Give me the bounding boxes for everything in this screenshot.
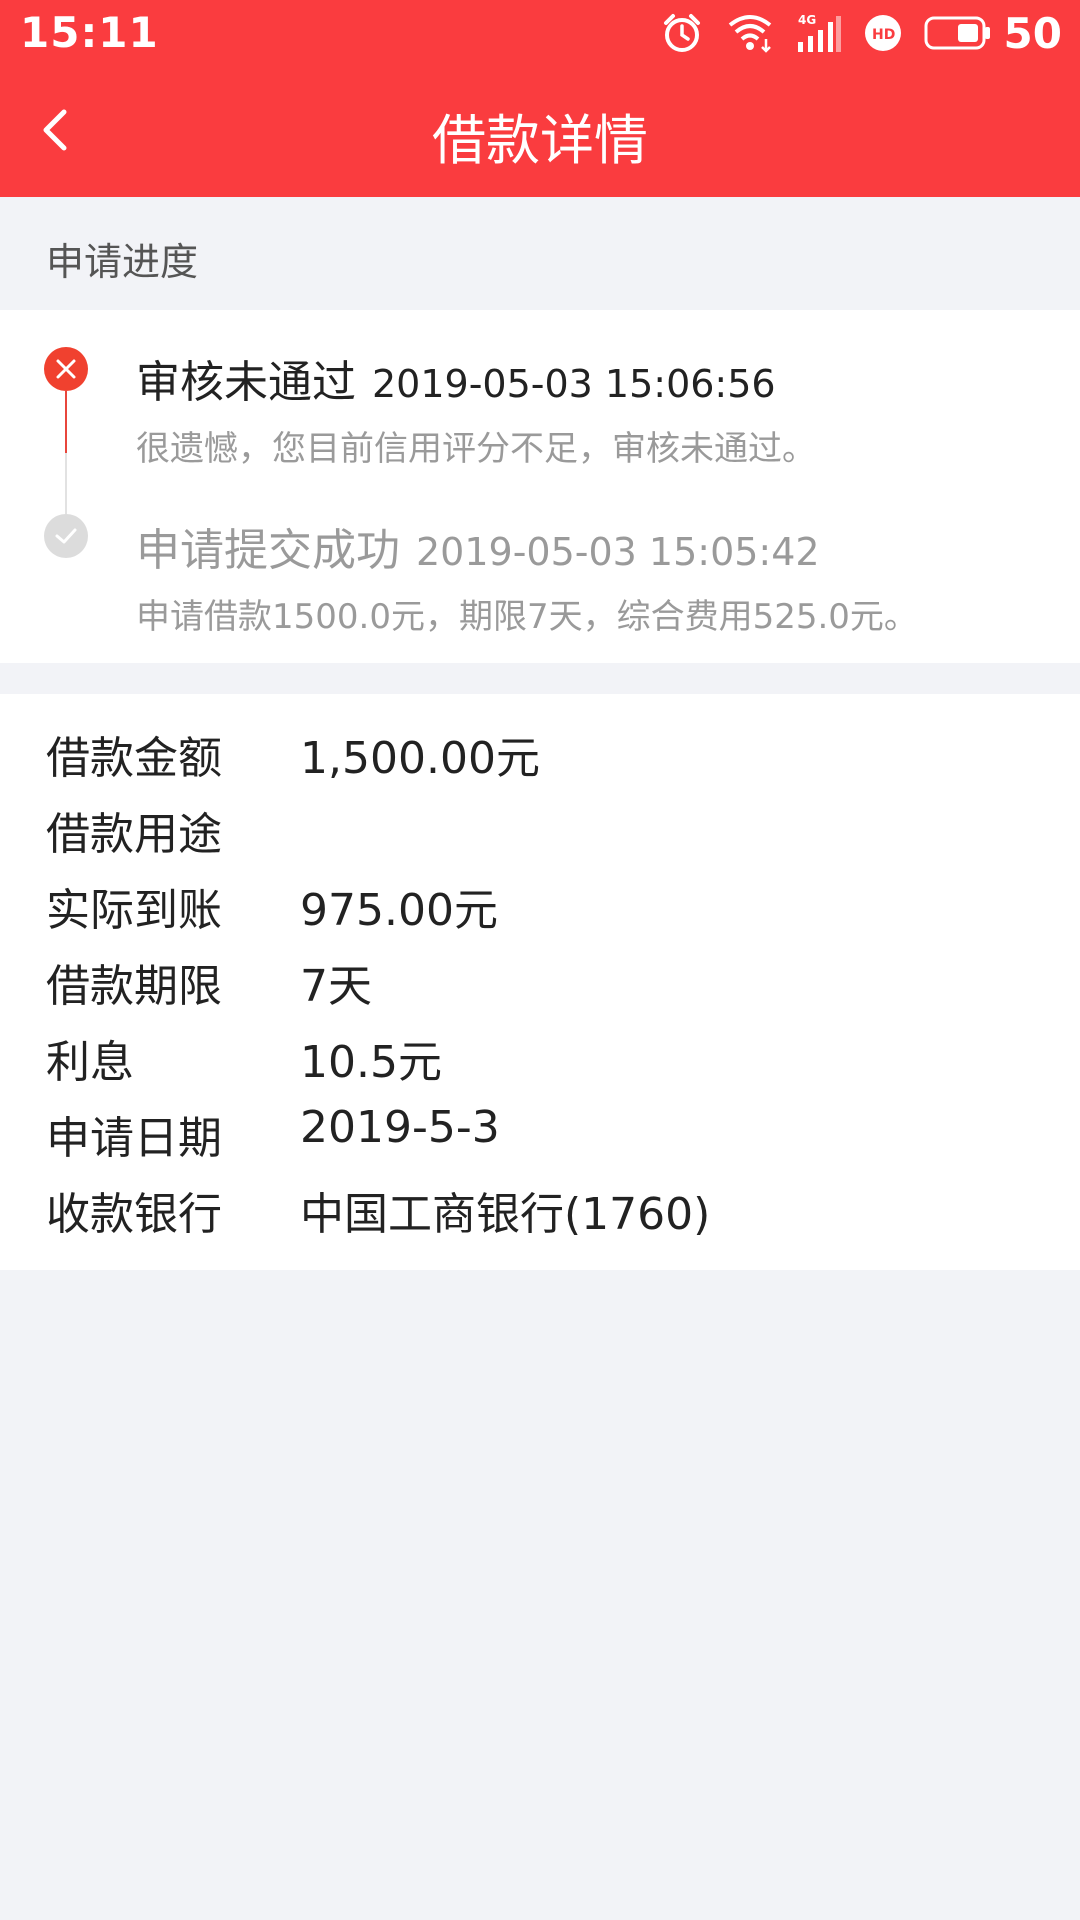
detail-label: 借款用途 <box>46 809 222 860</box>
status-icons: 4G HD 50 <box>638 8 1062 58</box>
detail-value: 10.5元 <box>300 1037 442 1088</box>
detail-label: 收款银行 <box>46 1189 222 1240</box>
detail-label: 借款期限 <box>46 961 222 1012</box>
detail-row-interest: 利息 10.5元 <box>0 1016 1080 1092</box>
svg-text:HD: HD <box>872 27 895 43</box>
timeline-item-status: 申请提交成功 <box>136 525 400 576</box>
wifi-icon <box>726 13 774 53</box>
page-title: 借款详情 <box>432 109 648 172</box>
detail-row-bank: 收款银行 中国工商银行(1760) <box>0 1168 1080 1244</box>
hd-icon: HD <box>864 14 902 52</box>
status-time: 15:11 <box>20 8 159 57</box>
svg-text:4G: 4G <box>798 13 816 27</box>
progress-timeline: 审核未通过 2019-05-03 15:06:56 很遗憾，您目前信用评分不足，审… <box>0 310 1080 663</box>
detail-label: 利息 <box>46 1037 134 1088</box>
detail-label: 实际到账 <box>46 885 222 936</box>
timeline-item-description: 申请借款1500.0元，期限7天，综合费用525.0元。 <box>136 597 918 637</box>
detail-value: 2019-5-3 <box>300 1102 500 1153</box>
timeline-item-time: 2019-05-03 15:06:56 <box>372 362 776 406</box>
detail-row-received: 实际到账 975.00元 <box>0 864 1080 940</box>
timeline-item-status: 审核未通过 <box>136 357 356 408</box>
signal-4g-icon: 4G <box>796 12 842 54</box>
detail-row-purpose: 借款用途 <box>0 788 1080 864</box>
nav-bar: 借款详情 <box>0 66 1080 197</box>
close-icon <box>56 359 76 379</box>
status-bar: 15:11 4G HD 50 <box>0 0 1080 66</box>
app-header: 15:11 4G HD 50 借款详情 <box>0 0 1080 197</box>
alarm-icon <box>660 11 704 55</box>
timeline-item-title: 审核未通过 2019-05-03 15:06:56 <box>136 346 776 410</box>
timeline-status-fail <box>44 347 88 391</box>
detail-row-apply-date: 申请日期 2019-5-3 <box>0 1092 1080 1168</box>
loan-details: 借款金额 1,500.00元 借款用途 实际到账 975.00元 借款期限 7天… <box>0 694 1080 1270</box>
battery-icon <box>924 15 992 51</box>
detail-value: 975.00元 <box>300 885 498 936</box>
timeline-item-description: 很遗憾，您目前信用评分不足，审核未通过。 <box>136 429 816 469</box>
progress-section-header: 申请进度 <box>0 197 1080 310</box>
timeline-connector <box>65 391 67 453</box>
detail-value: 中国工商银行(1760) <box>300 1189 711 1240</box>
detail-label: 申请日期 <box>46 1113 222 1164</box>
check-icon <box>55 528 77 544</box>
detail-label: 借款金额 <box>46 733 222 784</box>
timeline-item-time: 2019-05-03 15:05:42 <box>416 530 820 574</box>
timeline-connector <box>65 453 67 514</box>
detail-row-term: 借款期限 7天 <box>0 940 1080 1016</box>
timeline-item-title: 申请提交成功 2019-05-03 15:05:42 <box>136 514 820 578</box>
progress-section-label: 申请进度 <box>46 240 199 284</box>
detail-value: 7天 <box>300 961 372 1012</box>
battery-level: 50 <box>1003 8 1062 58</box>
detail-row-amount: 借款金额 1,500.00元 <box>0 712 1080 788</box>
detail-value: 1,500.00元 <box>300 733 540 784</box>
timeline-status-done <box>44 514 88 558</box>
